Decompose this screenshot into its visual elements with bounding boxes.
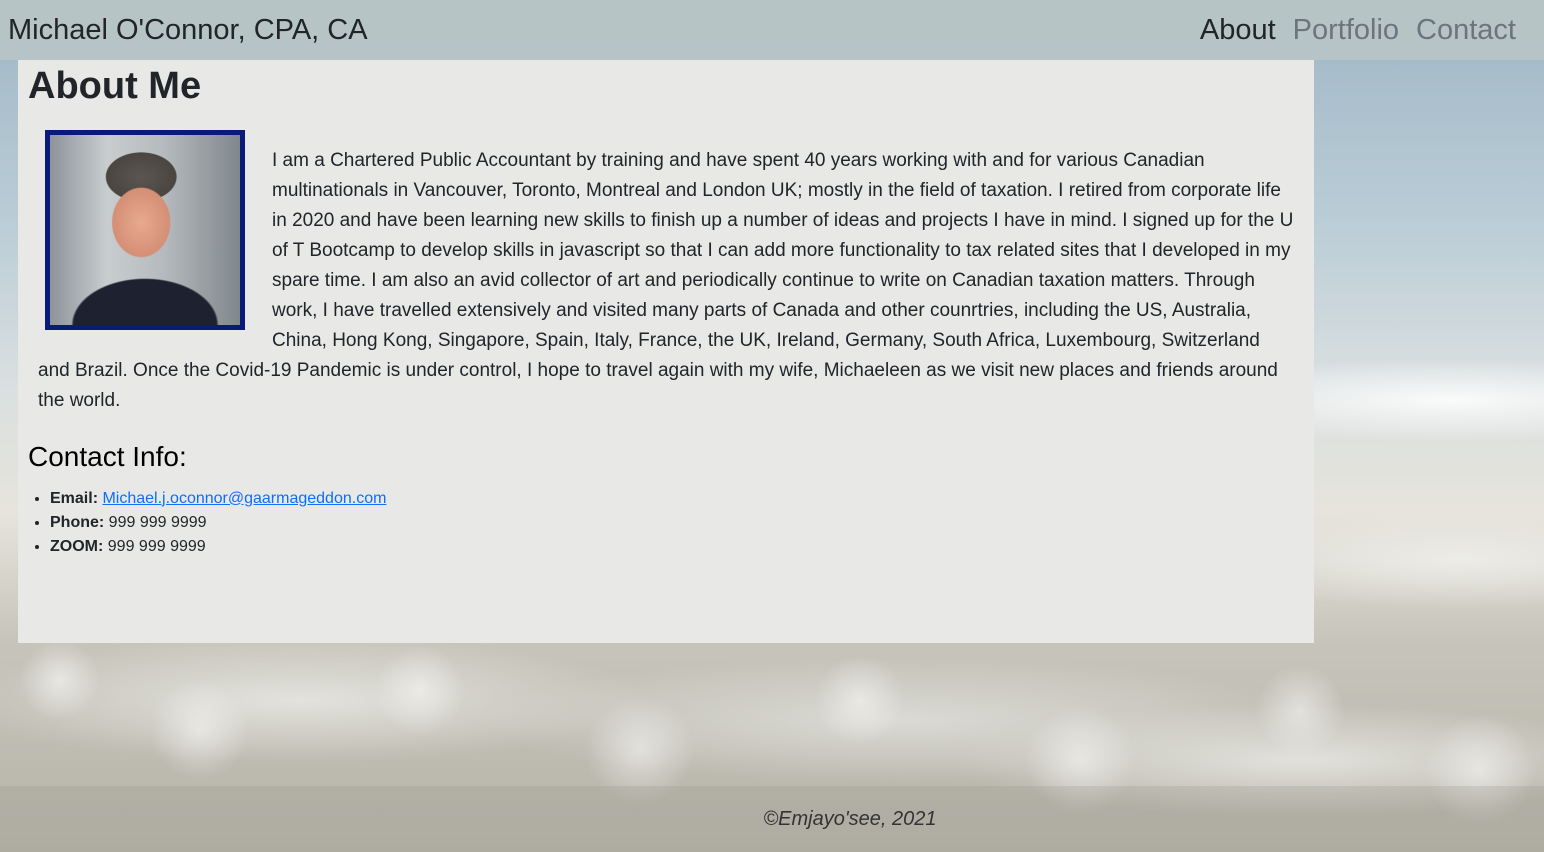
contact-phone-item: Phone: 999 999 9999: [50, 511, 1304, 535]
email-label: Email:: [50, 489, 99, 507]
zoom-value: 999 999 9999: [107, 537, 206, 555]
profile-photo: [45, 129, 245, 330]
about-panel: About Me I am a Chartered Public Account…: [18, 60, 1314, 643]
email-link[interactable]: Michael.j.oconnor@gaarmageddon.com: [102, 490, 386, 507]
phone-value: 999 999 9999: [108, 513, 207, 531]
site-brand[interactable]: Michael O'Connor, CPA, CA: [8, 14, 368, 47]
site-footer: ©Emjayo'see, 2021: [0, 786, 1544, 852]
contact-info-title: Contact Info:: [28, 440, 187, 472]
main-nav: About Portfolio Contact: [1200, 14, 1516, 47]
nav-about[interactable]: About: [1200, 14, 1276, 47]
site-header: Michael O'Connor, CPA, CA About Portfoli…: [0, 0, 1544, 60]
bio-section: I am a Chartered Public Accountant by tr…: [28, 129, 1304, 416]
footer-copyright: ©Emjayo'see, 2021: [763, 808, 937, 830]
contact-email-item: Email: Michael.j.oconnor@gaarmageddon.co…: [50, 487, 1304, 511]
nav-contact[interactable]: Contact: [1416, 14, 1516, 47]
page-title: About Me: [28, 65, 202, 107]
nav-portfolio[interactable]: Portfolio: [1293, 14, 1399, 47]
contact-list: Email: Michael.j.oconnor@gaarmageddon.co…: [28, 487, 1304, 559]
contact-zoom-item: ZOOM: 999 999 9999: [50, 535, 1304, 559]
phone-label: Phone:: [50, 513, 105, 531]
zoom-label: ZOOM:: [50, 537, 104, 555]
